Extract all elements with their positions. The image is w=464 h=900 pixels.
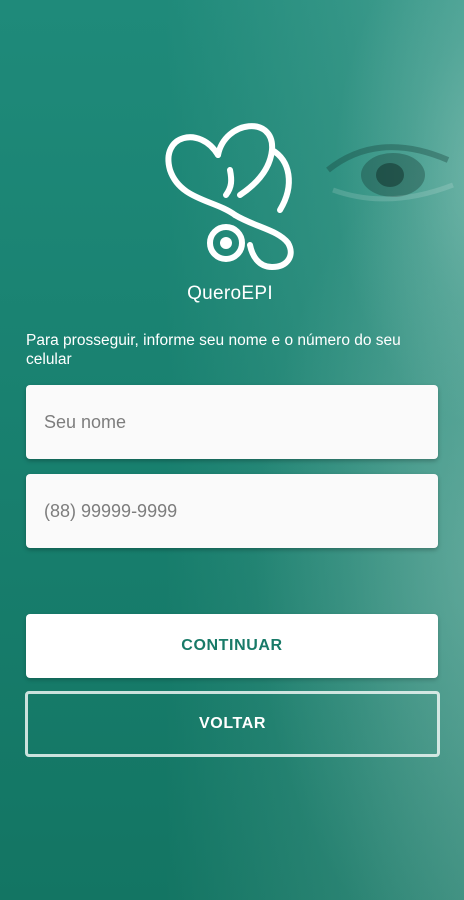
login-screen: QueroEPI Para prosseguir, informe seu no…: [0, 0, 464, 900]
name-field[interactable]: [26, 385, 438, 459]
app-logo: QueroEPI: [160, 115, 300, 315]
phone-input[interactable]: [42, 499, 422, 523]
phone-field[interactable]: [26, 474, 438, 548]
back-button[interactable]: VOLTAR: [25, 691, 440, 757]
form-instructions: Para prosseguir, informe seu nome e o nú…: [26, 332, 401, 368]
heart-stethoscope-icon: [165, 123, 294, 270]
app-name: QueroEPI: [187, 283, 273, 304]
continue-button[interactable]: CONTINUAR: [26, 614, 438, 678]
name-input[interactable]: [42, 410, 422, 434]
background-eye-image: [326, 144, 454, 202]
